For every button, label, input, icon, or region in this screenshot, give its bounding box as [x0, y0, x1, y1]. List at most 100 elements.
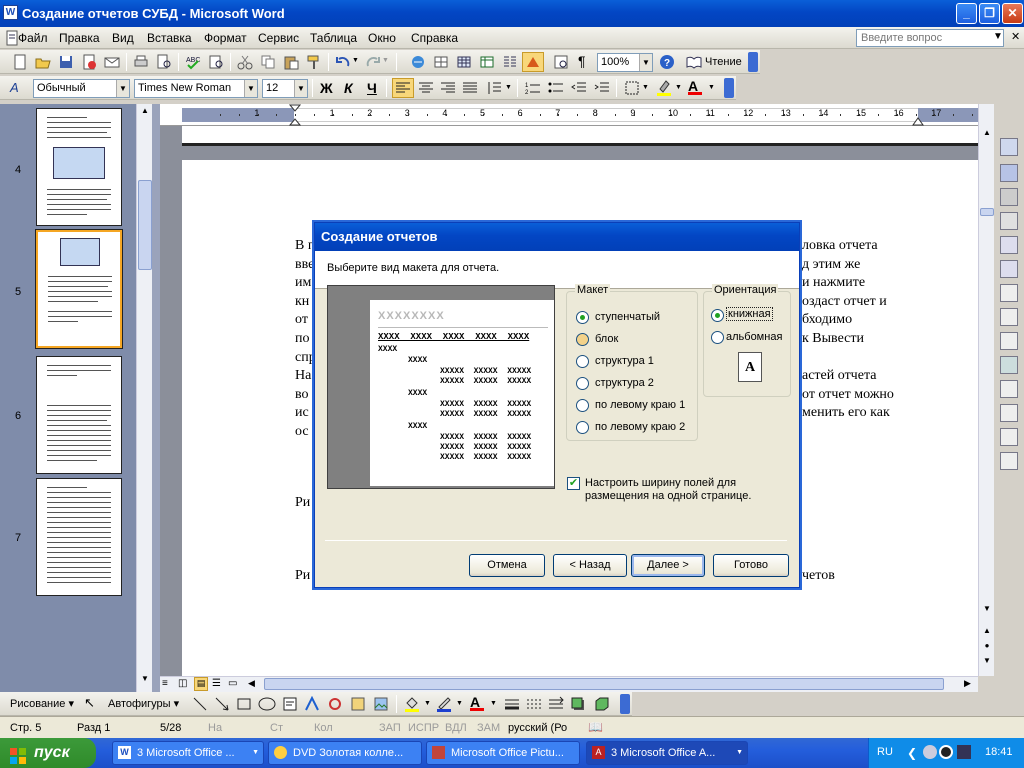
fit-width-checkbox[interactable]: ✔: [567, 477, 580, 490]
document-text-line[interactable]: кн: [295, 294, 309, 310]
fit-width-label-2[interactable]: размещения на одной странице.: [585, 490, 751, 502]
layout-align-left2-radio[interactable]: [576, 421, 589, 434]
new-icon[interactable]: [12, 54, 28, 70]
next-page-icon[interactable]: ▼: [981, 656, 993, 670]
more-contrast-icon[interactable]: [1000, 188, 1018, 206]
taskbar-item[interactable]: Microsoft Office Pictu...: [426, 741, 580, 765]
undo-icon[interactable]: [335, 54, 351, 70]
show-hide-icon[interactable]: ¶: [578, 53, 586, 69]
highlight-dropdown-icon[interactable]: ▼: [675, 84, 682, 91]
minimize-button[interactable]: _: [956, 3, 977, 24]
document-text-line[interactable]: На: [295, 368, 311, 384]
reset-picture-icon[interactable]: [1000, 452, 1018, 470]
status-ext[interactable]: ВДЛ: [445, 722, 467, 734]
line-style-drawing-icon[interactable]: [504, 696, 520, 712]
orientation-landscape-radio[interactable]: [711, 331, 724, 344]
next-button[interactable]: Далее >: [631, 554, 705, 577]
borders-dropdown-icon[interactable]: ▼: [642, 84, 649, 91]
text-box-icon[interactable]: [282, 696, 298, 712]
fit-width-label[interactable]: Настроить ширину полей для: [585, 477, 736, 489]
email-icon[interactable]: [104, 54, 120, 70]
layout-stepped-radio[interactable]: [576, 311, 589, 324]
undo-dropdown-icon[interactable]: ▼: [352, 57, 359, 64]
document-text-line[interactable]: бходимо: [802, 312, 852, 328]
spelling-icon[interactable]: ABC: [185, 54, 201, 70]
line-spacing-dropdown-icon[interactable]: ▼: [505, 84, 512, 91]
start-button[interactable]: пуск: [0, 738, 96, 768]
orientation-portrait-radio[interactable]: [711, 309, 724, 322]
paste-icon[interactable]: [283, 54, 299, 70]
compress-icon[interactable]: [1000, 356, 1018, 374]
language-indicator[interactable]: RU: [877, 746, 893, 758]
format-painter-icon[interactable]: [306, 54, 322, 70]
redo-icon[interactable]: [365, 54, 381, 70]
format-picture-icon[interactable]: [1000, 404, 1018, 422]
scroll-thumb[interactable]: [980, 208, 994, 216]
bullets-icon[interactable]: [548, 80, 564, 96]
save-icon[interactable]: [58, 54, 74, 70]
align-center-icon[interactable]: [418, 80, 434, 96]
document-text-line[interactable]: по: [295, 331, 310, 347]
tray-network-icon[interactable]: [957, 745, 971, 759]
select-objects-icon[interactable]: ↖: [84, 695, 95, 711]
menu-tools[interactable]: Сервис: [258, 31, 299, 45]
close-button[interactable]: ✕: [1002, 3, 1023, 24]
open-icon[interactable]: [35, 54, 51, 70]
arrow-icon[interactable]: [214, 696, 230, 712]
layout-align-left1-radio[interactable]: [576, 399, 589, 412]
menu-insert[interactable]: Вставка: [147, 31, 192, 45]
taskbar-item[interactable]: W3 Microsoft Office ... ▼: [112, 741, 264, 765]
normal-view-icon[interactable]: ≡: [162, 678, 168, 689]
insert-table-icon[interactable]: [456, 54, 472, 70]
doc-close-icon[interactable]: ✕: [1011, 30, 1020, 43]
wordart-icon[interactable]: [304, 695, 320, 712]
status-ovr[interactable]: ЗАМ: [477, 722, 500, 734]
document-text-line[interactable]: от отчет можно: [802, 387, 894, 403]
italic-icon[interactable]: К: [344, 80, 353, 96]
menu-help[interactable]: Справка: [411, 31, 458, 45]
permission-icon[interactable]: [81, 54, 97, 70]
decrease-indent-icon[interactable]: [571, 80, 587, 96]
tray-app-icon[interactable]: [923, 745, 937, 759]
tables-borders-icon[interactable]: [433, 54, 449, 70]
status-trk[interactable]: ИСПР: [408, 722, 439, 734]
read-button[interactable]: Чтение: [705, 56, 742, 68]
highlight-icon[interactable]: [656, 79, 672, 96]
font-select[interactable]: Times New Roman ▼: [134, 79, 258, 98]
fill-color-dropdown-icon[interactable]: ▼: [424, 700, 431, 707]
document-text-line[interactable]: менить его как: [802, 405, 890, 421]
help-icon[interactable]: ?: [659, 54, 675, 70]
layout-outline2-radio[interactable]: [576, 377, 589, 390]
document-text-line[interactable]: В п: [295, 238, 315, 254]
page-thumbnail[interactable]: [36, 478, 122, 596]
status-rec[interactable]: ЗАП: [379, 722, 401, 734]
set-transparent-icon[interactable]: [1000, 428, 1018, 446]
insert-picture-icon[interactable]: [1000, 138, 1018, 156]
3d-style-icon[interactable]: [594, 696, 610, 712]
more-brightness-icon[interactable]: [1000, 236, 1018, 254]
numbering-icon[interactable]: 12: [525, 80, 541, 96]
picture-icon[interactable]: [373, 696, 389, 712]
finish-button[interactable]: Готово: [713, 554, 789, 577]
cut-icon[interactable]: [237, 54, 253, 70]
back-button[interactable]: < Назад: [553, 554, 627, 577]
spelling-status-icon[interactable]: 📖: [588, 720, 603, 734]
document-text-line[interactable]: от: [295, 312, 308, 328]
print-layout-icon[interactable]: ▤: [194, 677, 208, 691]
insert-excel-icon[interactable]: [479, 54, 495, 70]
font-color-drawing-dropdown-icon[interactable]: ▼: [490, 700, 497, 707]
page-thumbnail-selected[interactable]: [35, 229, 123, 349]
fill-color-icon[interactable]: [404, 695, 420, 712]
menu-format[interactable]: Формат: [204, 31, 247, 45]
toolbar-options-icon[interactable]: [748, 52, 758, 72]
menu-table[interactable]: Таблица: [310, 31, 357, 45]
rectangle-icon[interactable]: [236, 696, 252, 712]
restore-button[interactable]: ❐: [979, 3, 1000, 24]
document-text-line[interactable]: астей отчета: [802, 368, 876, 384]
copy-icon[interactable]: [260, 54, 276, 70]
increase-indent-icon[interactable]: [594, 80, 610, 96]
line-color-dropdown-icon[interactable]: ▼: [456, 700, 463, 707]
word-app-icon[interactable]: W: [3, 5, 18, 20]
crop-icon[interactable]: [1000, 284, 1018, 302]
line-spacing-icon[interactable]: [486, 80, 502, 96]
